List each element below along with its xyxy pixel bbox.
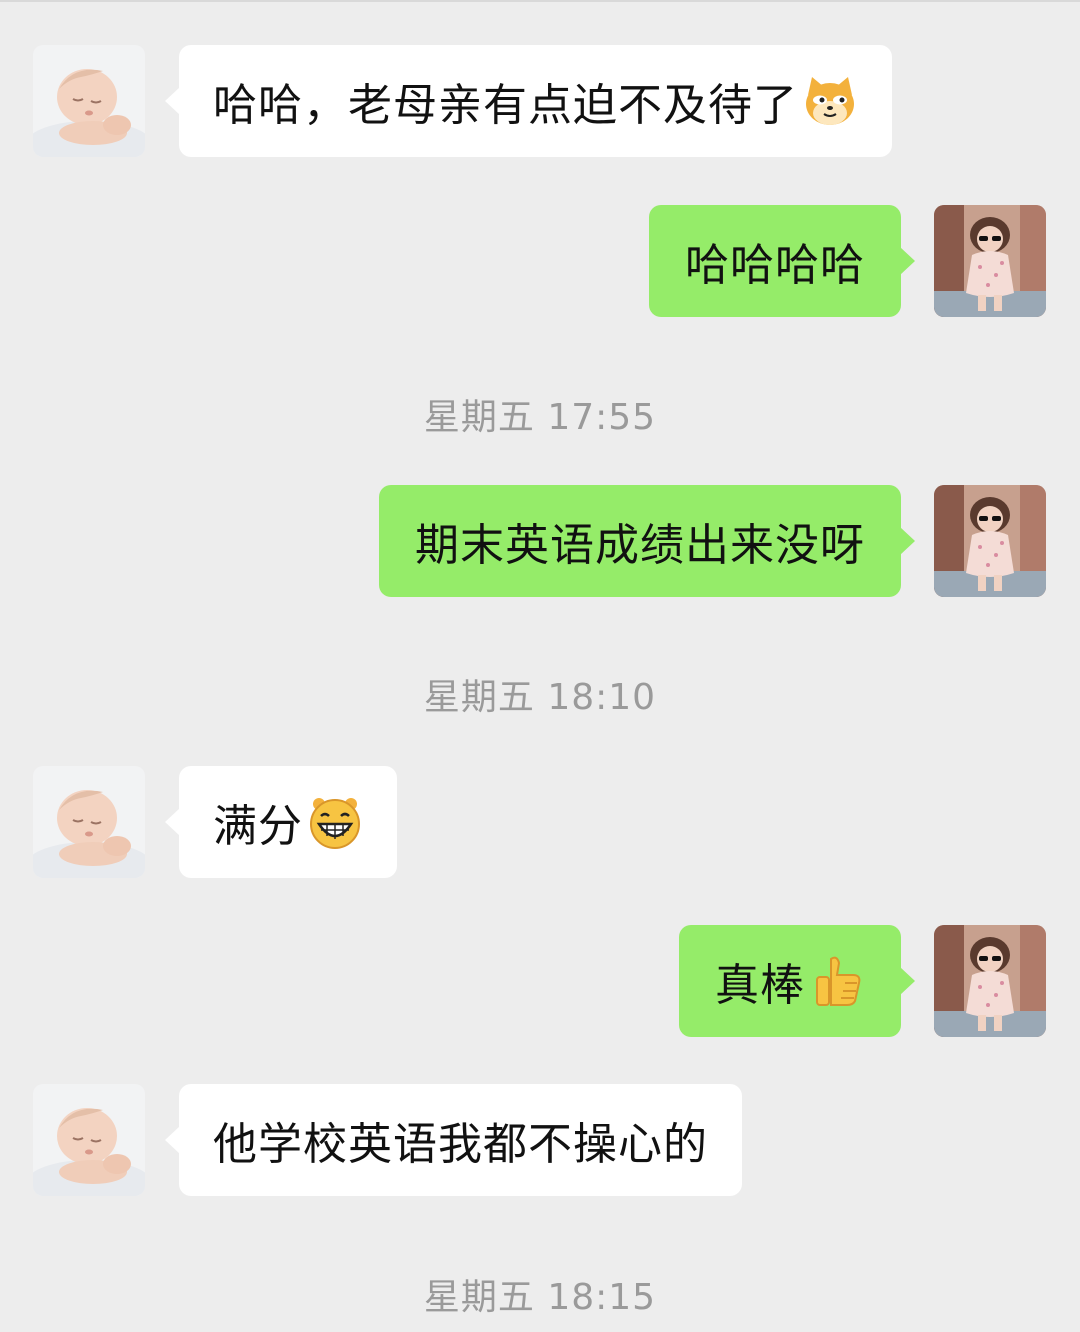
my-avatar[interactable] <box>934 925 1046 1037</box>
doge-cat-face-icon <box>802 73 858 129</box>
incoming-message-bubble[interactable]: 他学校英语我都不操心的 <box>165 1084 742 1196</box>
my-avatar[interactable] <box>934 485 1046 597</box>
message-text: 真棒 <box>715 960 805 1011</box>
incoming-message-bubble[interactable]: 满分 <box>165 766 397 878</box>
top-divider <box>0 0 1080 2</box>
message-text: 哈哈，老母亲有点迫不及待了 <box>213 80 798 131</box>
thumbs-up-icon <box>809 953 865 1009</box>
timestamp: 星期五 18:10 <box>423 677 657 718</box>
outgoing-message-bubble[interactable]: 哈哈哈哈 <box>649 205 915 317</box>
outgoing-message-bubble[interactable]: 期末英语成绩出来没呀 <box>379 485 915 597</box>
timestamp: 星期五 18:15 <box>423 1277 657 1318</box>
outgoing-message-bubble[interactable]: 真棒 <box>679 925 915 1037</box>
my-avatar[interactable] <box>934 205 1046 317</box>
timestamp: 星期五 17:55 <box>423 397 657 438</box>
contact-avatar[interactable] <box>33 766 145 878</box>
message-text: 他学校英语我都不操心的 <box>213 1119 708 1170</box>
message-text: 哈哈哈哈 <box>685 240 865 291</box>
incoming-message-bubble[interactable]: 哈哈，老母亲有点迫不及待了 <box>165 45 892 157</box>
contact-avatar[interactable] <box>33 1084 145 1196</box>
message-text: 期末英语成绩出来没呀 <box>415 520 865 571</box>
grin-face-icon <box>307 794 363 850</box>
message-text: 满分 <box>213 801 303 852</box>
contact-avatar[interactable] <box>33 45 145 157</box>
